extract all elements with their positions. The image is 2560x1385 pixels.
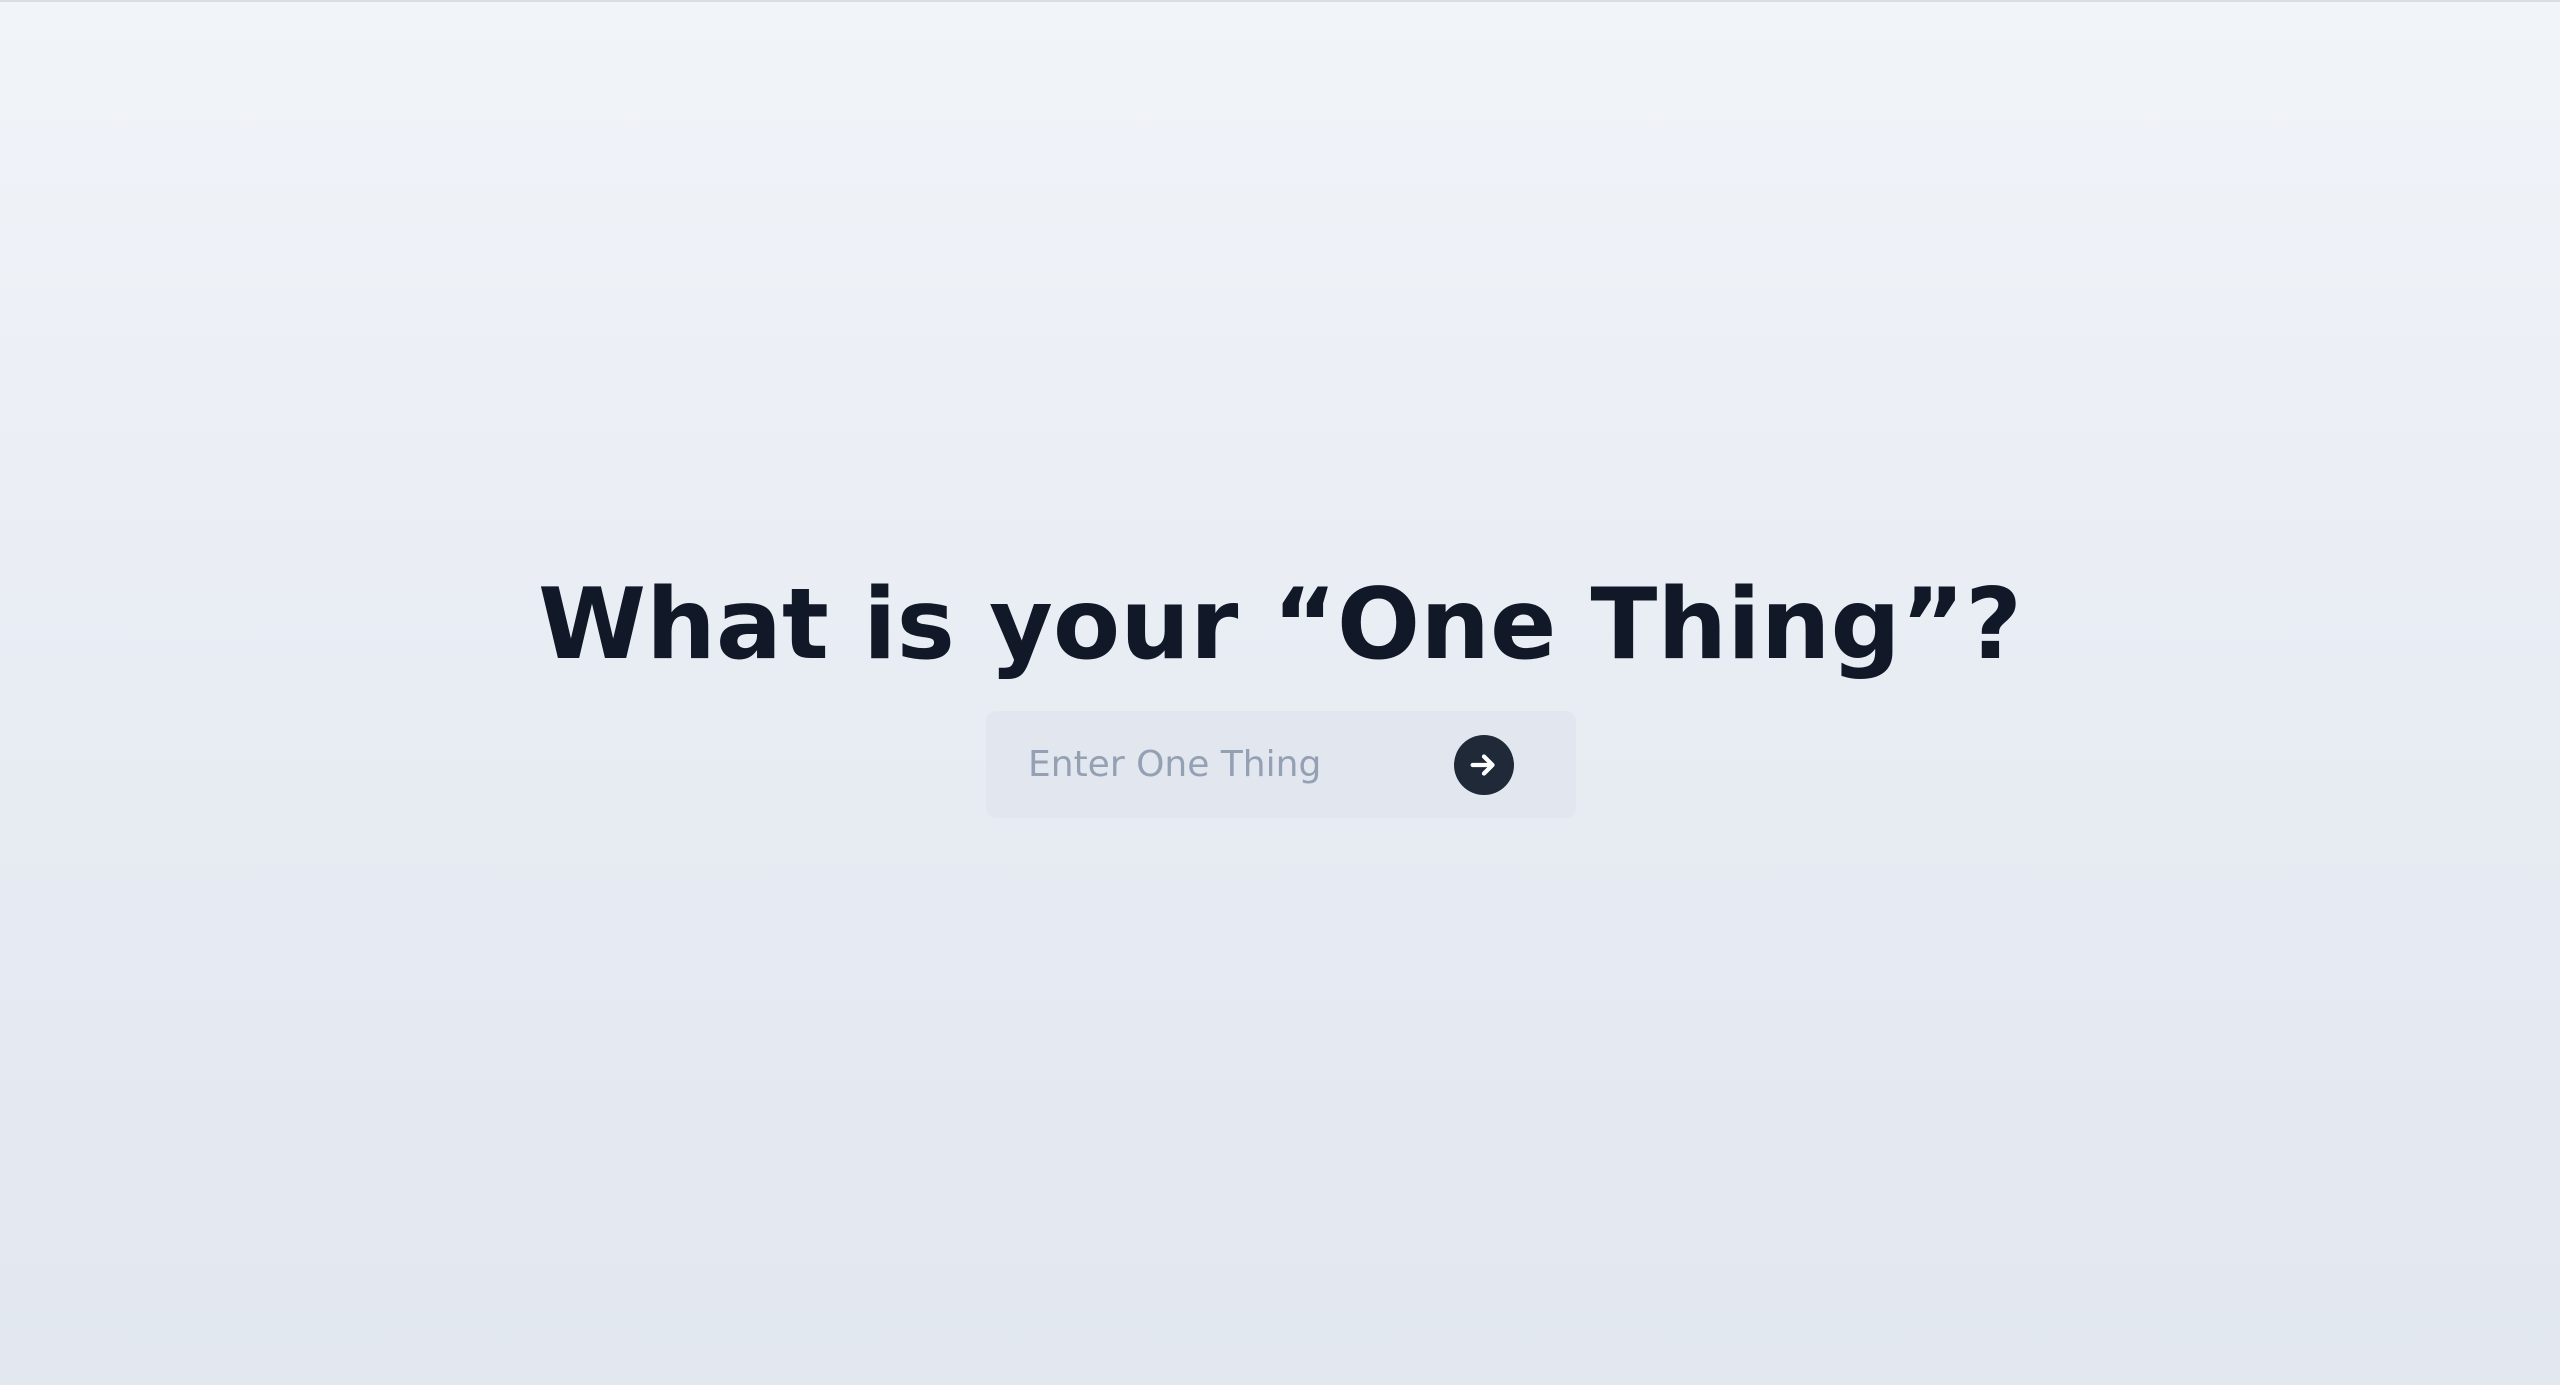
one-thing-input-group — [986, 711, 1576, 818]
one-thing-input[interactable] — [986, 711, 1426, 818]
arrow-right-icon — [1467, 748, 1501, 782]
page-title: What is your “One Thing”? — [538, 568, 2022, 682]
main-content: What is your “One Thing”? — [0, 0, 2560, 1385]
submit-button[interactable] — [1454, 735, 1514, 795]
